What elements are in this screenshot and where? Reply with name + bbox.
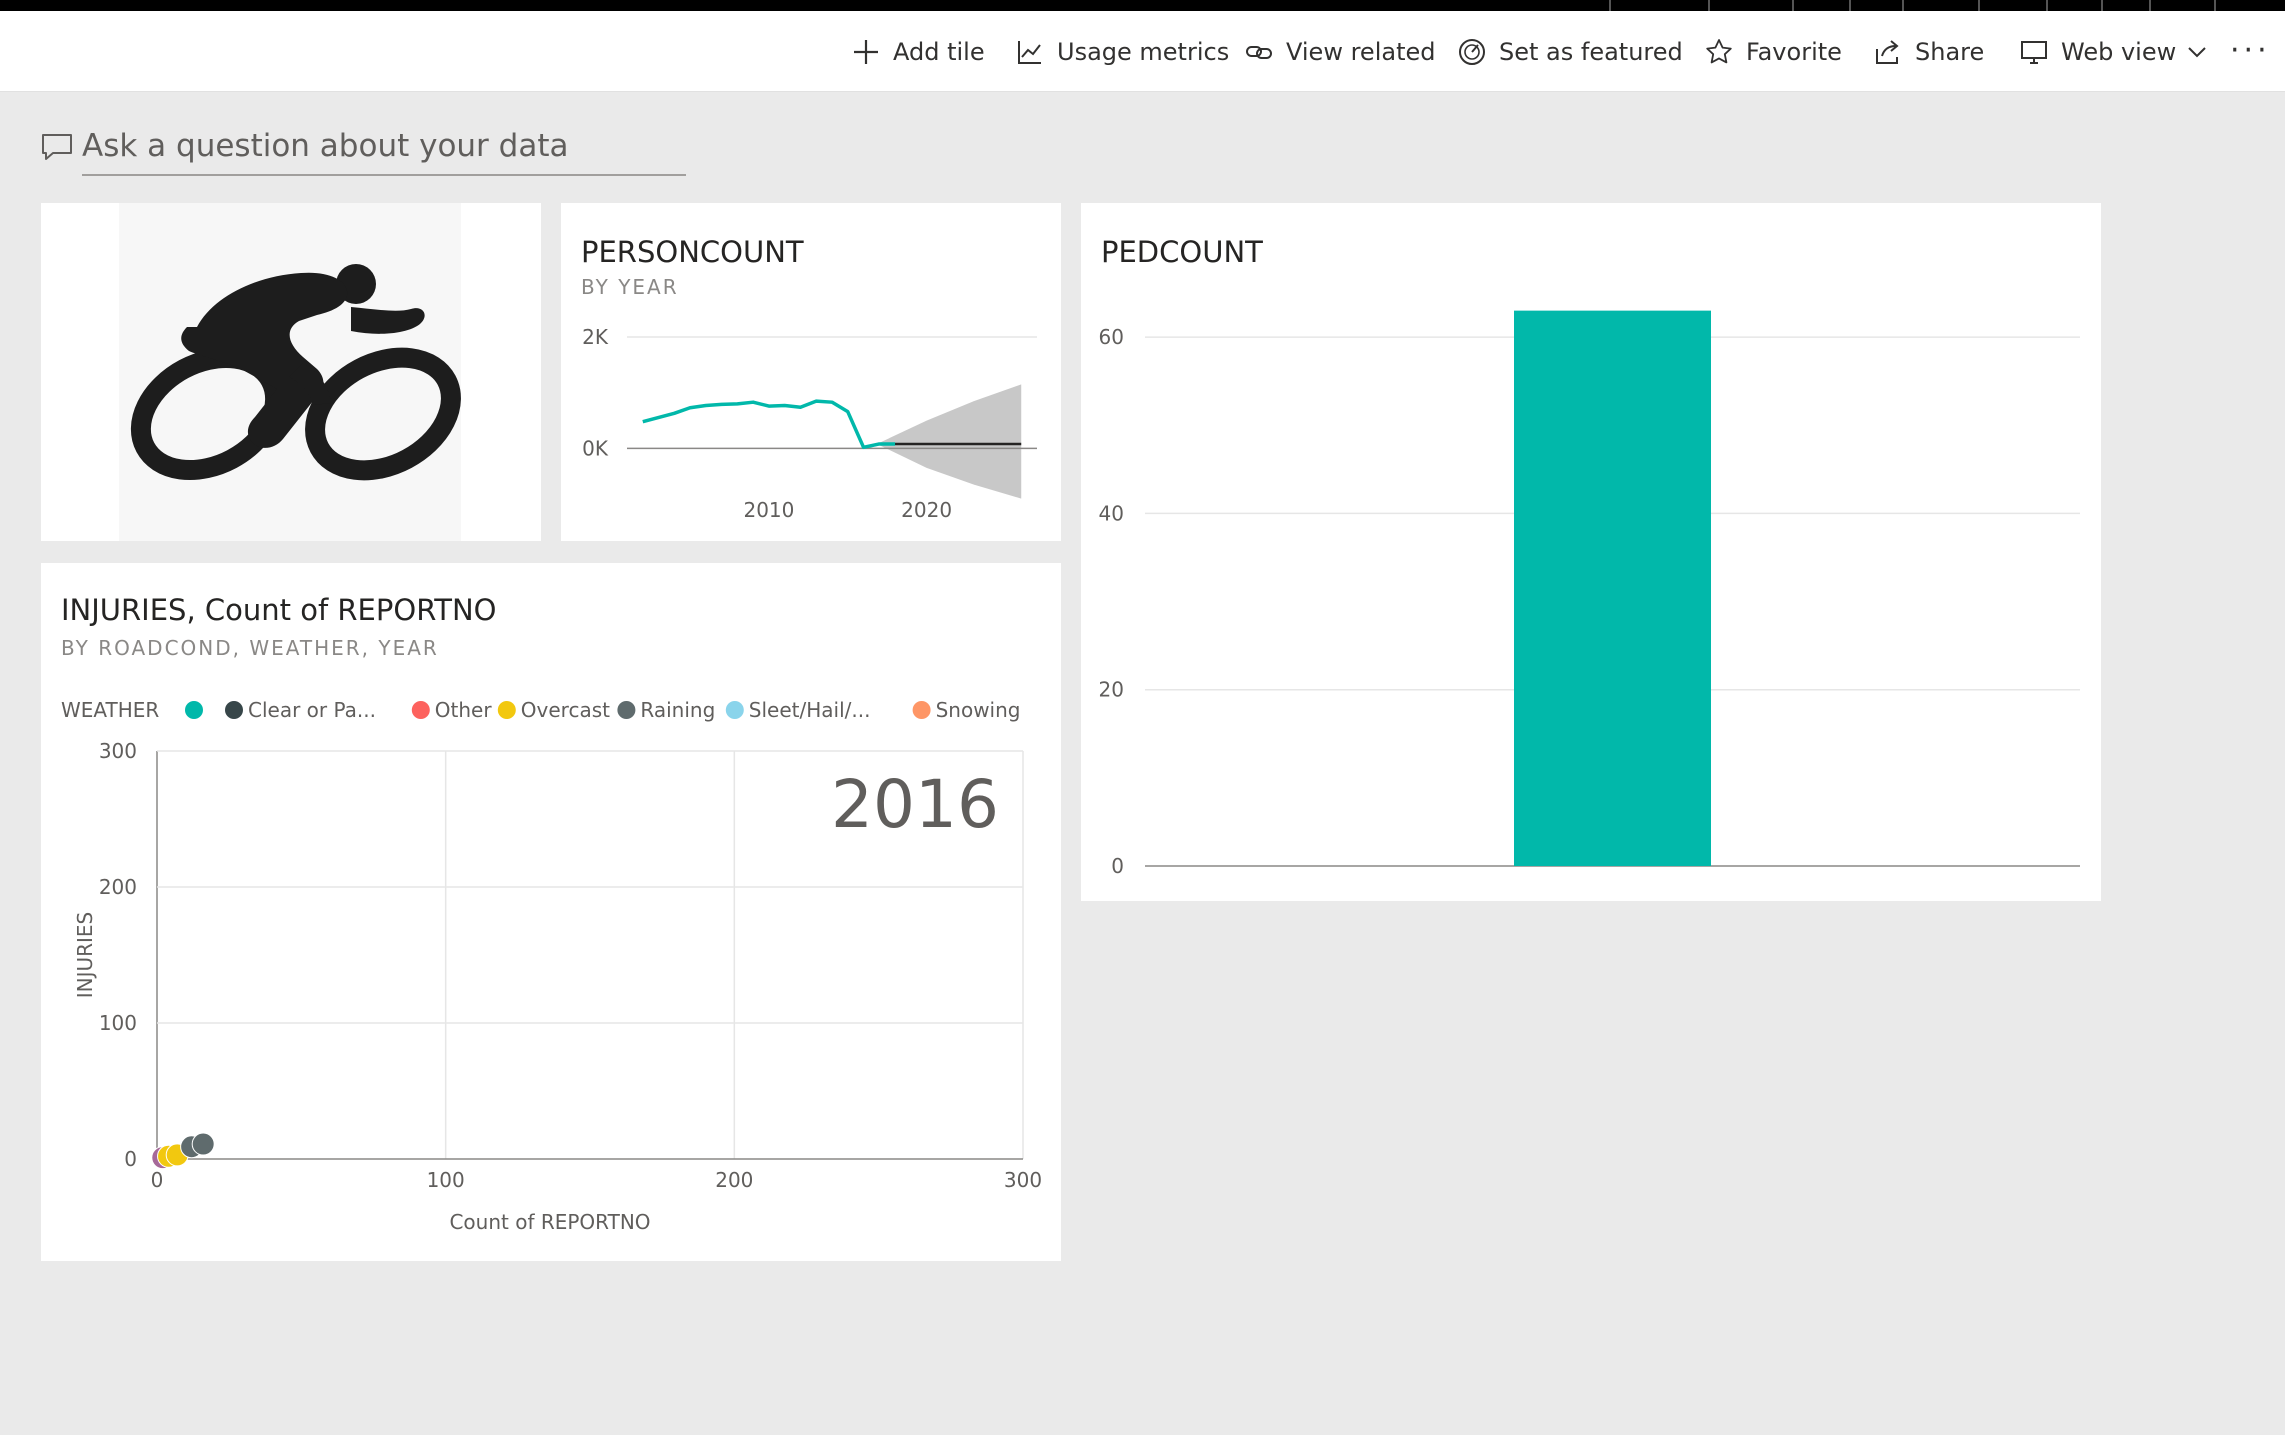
injuries-tile[interactable]: INJURIES, Count of REPORTNO BY ROADCOND,… xyxy=(41,563,1061,1261)
x-tick-label: 300 xyxy=(1004,1168,1042,1192)
strip-divider xyxy=(2214,0,2216,11)
y-tick-label: 0K xyxy=(582,436,609,460)
usage-metrics-label: Usage metrics xyxy=(1057,38,1230,66)
add-tile-label: Add tile xyxy=(893,38,985,66)
legend-title: WEATHER xyxy=(61,698,159,722)
bar xyxy=(1514,310,1711,867)
legend-marker xyxy=(225,701,243,719)
cyclist-icon xyxy=(119,203,461,541)
view-related-button[interactable]: View related xyxy=(1244,35,1435,69)
usage-metrics-button[interactable]: Usage metrics xyxy=(1015,35,1229,69)
x-axis-title: Count of REPORTNO xyxy=(449,1210,650,1234)
image-tile[interactable] xyxy=(41,203,541,541)
series-line xyxy=(642,399,896,450)
share-button[interactable]: Share xyxy=(1873,35,1984,69)
star-icon xyxy=(1706,39,1732,64)
legend-label: Overcast xyxy=(521,698,610,722)
strip-divider xyxy=(1978,0,1980,11)
view-related-label: View related xyxy=(1286,38,1436,66)
legend-label: Sleet/Hail/... xyxy=(749,698,871,722)
forecast-band xyxy=(879,384,1022,499)
legend-label: Other xyxy=(435,698,493,722)
legend-label: Raining xyxy=(640,698,715,722)
favorite-label: Favorite xyxy=(1746,38,1842,66)
y-tick-label: 60 xyxy=(1099,325,1124,349)
strip-divider xyxy=(1792,0,1794,11)
y-tick-label: 2K xyxy=(582,325,609,349)
y-tick-label: 200 xyxy=(99,875,137,899)
legend-marker xyxy=(912,701,931,719)
personcount-tile[interactable]: PERSONCOUNT BY YEAR 2K 0K 2010 2020 xyxy=(561,203,1061,541)
strip-divider xyxy=(1609,0,1611,11)
link-icon xyxy=(1246,46,1272,59)
strip-divider xyxy=(2149,0,2151,11)
pedcount-chart: 0 20 40 60 xyxy=(1099,310,2080,878)
y-tick-label: 20 xyxy=(1099,678,1124,702)
share-icon xyxy=(1876,40,1899,64)
pedcount-tile[interactable]: PEDCOUNT 0 20 40 60 xyxy=(1081,203,2101,901)
y-tick-label: 0 xyxy=(1111,854,1124,878)
legend-label: Snowing xyxy=(936,698,1021,722)
y-axis-title: INJURIES xyxy=(73,912,97,999)
chevron-down-icon xyxy=(2188,47,2206,58)
strip-divider xyxy=(1708,0,1710,11)
personcount-chart: 2K 0K 2010 2020 xyxy=(582,325,1037,522)
legend-marker xyxy=(185,701,203,719)
plus-icon xyxy=(854,40,878,64)
x-tick-label: 0 xyxy=(151,1168,164,1192)
y-tick-label: 100 xyxy=(99,1011,137,1035)
y-tick-label: 0 xyxy=(124,1147,137,1171)
set-as-featured-button[interactable]: Set as featured xyxy=(1457,35,1683,69)
x-tick-label: 2020 xyxy=(901,498,952,522)
share-label: Share xyxy=(1915,38,1985,66)
dashboard-toolbar: Add tile Usage metrics View related Set … xyxy=(0,11,2285,92)
line-chart-icon xyxy=(1018,41,1041,64)
strip-divider xyxy=(1849,0,1851,11)
strip-divider xyxy=(2101,0,2103,11)
favorite-button[interactable]: Favorite xyxy=(1704,35,1842,69)
strip-divider xyxy=(1902,0,1904,11)
legend-label: Clear or Pa... xyxy=(248,698,376,722)
scatter-point xyxy=(191,1132,215,1156)
monitor-icon xyxy=(2021,41,2047,64)
x-tick-label: 200 xyxy=(715,1168,753,1192)
add-tile-button[interactable]: Add tile xyxy=(851,35,985,69)
x-tick-label: 100 xyxy=(427,1168,465,1192)
y-tick-label: 300 xyxy=(99,739,137,763)
web-view-button[interactable]: Web view xyxy=(2019,35,2208,69)
strip-divider xyxy=(2046,0,2048,11)
legend-marker xyxy=(617,701,636,719)
web-view-label: Web view xyxy=(2061,38,2177,66)
more-options-button[interactable]: ··· xyxy=(2230,33,2271,68)
set-as-featured-label: Set as featured xyxy=(1499,38,1683,66)
y-tick-label: 40 xyxy=(1099,501,1124,525)
window-top-strip xyxy=(0,0,2285,11)
injuries-chart: WEATHER Clear or Pa... Other Overcast Rainin… xyxy=(61,698,1042,1234)
legend-marker xyxy=(725,701,744,719)
qna-input[interactable] xyxy=(82,122,686,176)
x-tick-label: 2010 xyxy=(743,498,794,522)
qna-box xyxy=(40,118,690,176)
legend-marker xyxy=(411,701,430,719)
legend-marker xyxy=(497,701,516,719)
chat-icon xyxy=(42,134,72,160)
play-axis-year: 2016 xyxy=(831,766,999,843)
gauge-icon xyxy=(1459,39,1485,65)
